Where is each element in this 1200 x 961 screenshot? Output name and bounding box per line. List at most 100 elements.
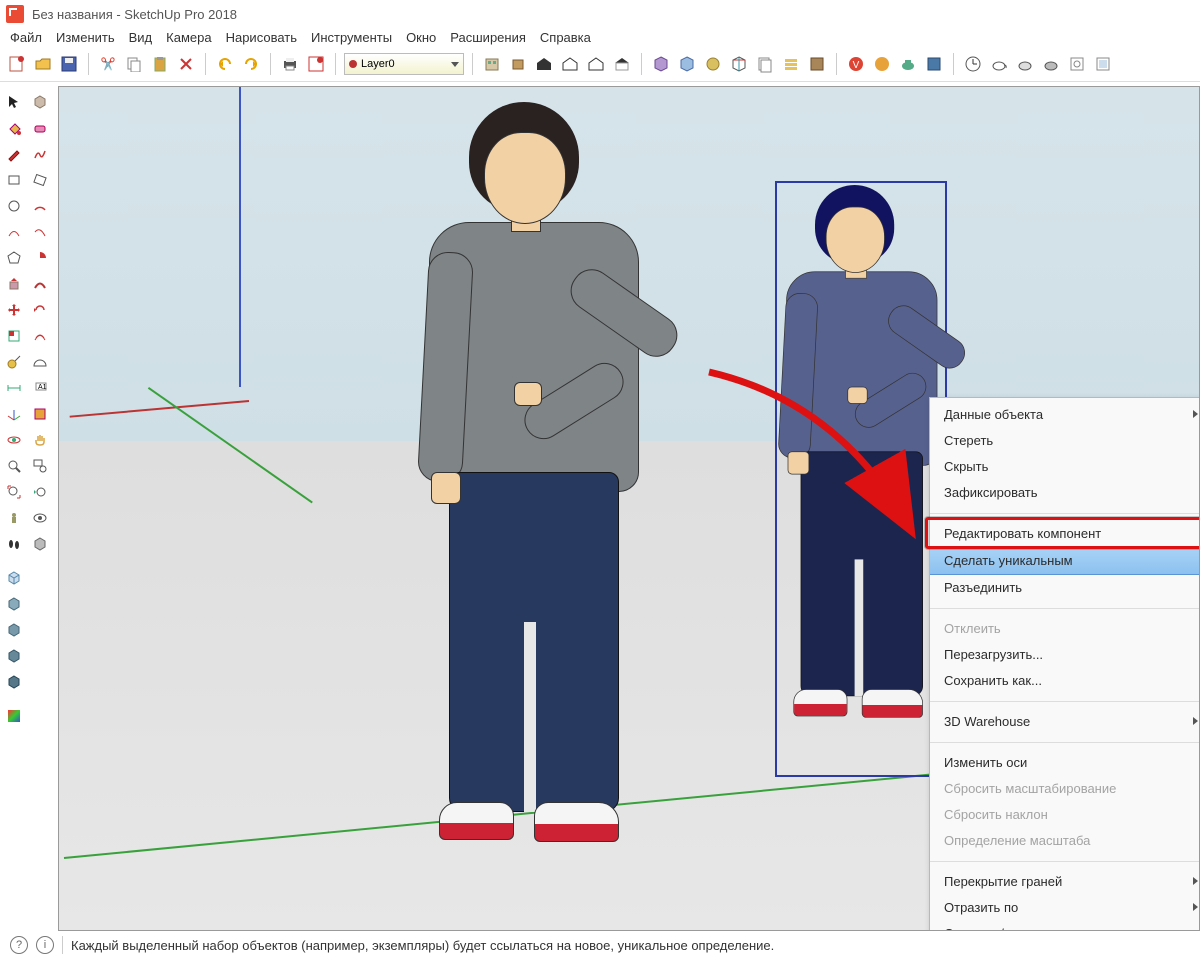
- house-frame-icon[interactable]: [559, 53, 581, 75]
- arc-2pt-icon[interactable]: [2, 220, 26, 244]
- teapot-1-icon[interactable]: [988, 53, 1010, 75]
- context-menu-item[interactable]: Изменить оси: [930, 750, 1200, 776]
- house-roof-icon[interactable]: [611, 53, 633, 75]
- warehouse-building-icon[interactable]: [481, 53, 503, 75]
- house-outline-icon[interactable]: [585, 53, 607, 75]
- rotate-icon[interactable]: [28, 298, 52, 322]
- undo-icon[interactable]: [214, 53, 236, 75]
- circle-icon[interactable]: [2, 194, 26, 218]
- frame-box-icon[interactable]: [1092, 53, 1114, 75]
- context-menu-item[interactable]: Данные объекта: [930, 402, 1200, 428]
- cut-icon[interactable]: ✂️: [97, 53, 119, 75]
- clock-icon[interactable]: [962, 53, 984, 75]
- polygon-icon[interactable]: [2, 246, 26, 270]
- arc-icon[interactable]: [28, 194, 52, 218]
- open-icon[interactable]: [32, 53, 54, 75]
- rect-rotated-icon[interactable]: [28, 168, 52, 192]
- move-icon[interactable]: [2, 298, 26, 322]
- vray-teapot-icon[interactable]: [897, 53, 919, 75]
- context-menu-item[interactable]: Сделать уникальным: [930, 547, 1200, 575]
- context-menu-item[interactable]: Отразить по: [930, 895, 1200, 921]
- viewport[interactable]: Данные объектаСтеретьСкрытьЗафиксировать…: [58, 86, 1200, 931]
- context-menu-item[interactable]: Сгладить/смягчить края: [930, 921, 1200, 931]
- paint-bucket-icon[interactable]: [2, 116, 26, 140]
- rectangle-icon[interactable]: [2, 168, 26, 192]
- new-icon[interactable]: [6, 53, 28, 75]
- copy-icon[interactable]: [123, 53, 145, 75]
- pie-icon[interactable]: [28, 246, 52, 270]
- top-view-icon[interactable]: [2, 644, 26, 668]
- walk-icon[interactable]: [2, 532, 26, 556]
- menu-file[interactable]: Файл: [10, 30, 42, 45]
- cube-blue-icon[interactable]: [676, 53, 698, 75]
- info-icon[interactable]: i: [36, 936, 54, 954]
- scale-icon[interactable]: [2, 324, 26, 348]
- menu-window[interactable]: Окно: [406, 30, 436, 45]
- context-menu-item[interactable]: Стереть: [930, 428, 1200, 454]
- eraser-icon[interactable]: [28, 116, 52, 140]
- look-around-icon[interactable]: [28, 506, 52, 530]
- context-menu-item[interactable]: Скрыть: [930, 454, 1200, 480]
- menu-extensions[interactable]: Расширения: [450, 30, 526, 45]
- settings-box-icon[interactable]: [1066, 53, 1088, 75]
- tape-icon[interactable]: [2, 350, 26, 374]
- back-view-icon[interactable]: [2, 618, 26, 642]
- pencil-icon[interactable]: [2, 142, 26, 166]
- freehand-icon[interactable]: [28, 142, 52, 166]
- bottom-view-icon[interactable]: [2, 670, 26, 694]
- front-view-icon[interactable]: [2, 592, 26, 616]
- axes-icon[interactable]: [2, 402, 26, 426]
- shadows-icon[interactable]: [28, 532, 52, 556]
- menu-edit[interactable]: Изменить: [56, 30, 115, 45]
- zoom-icon[interactable]: [2, 454, 26, 478]
- paste-icon[interactable]: [149, 53, 171, 75]
- cube-multi-icon[interactable]: [728, 53, 750, 75]
- pages-icon[interactable]: [754, 53, 776, 75]
- menu-draw[interactable]: Нарисовать: [226, 30, 297, 45]
- prev-view-icon[interactable]: [28, 480, 52, 504]
- help-icon[interactable]: ?: [10, 936, 28, 954]
- teapot-2-icon[interactable]: [1014, 53, 1036, 75]
- sphere-icon[interactable]: [702, 53, 724, 75]
- orbit-icon[interactable]: [2, 428, 26, 452]
- cube-purple-icon[interactable]: [650, 53, 672, 75]
- warehouse-box-icon[interactable]: [507, 53, 529, 75]
- delete-icon[interactable]: [175, 53, 197, 75]
- text-icon[interactable]: A1: [28, 376, 52, 400]
- context-menu-item[interactable]: Сохранить как...: [930, 668, 1200, 694]
- print-icon[interactable]: [279, 53, 301, 75]
- position-camera-icon[interactable]: [2, 506, 26, 530]
- layer-dropdown[interactable]: Layer0: [344, 53, 464, 75]
- context-menu-item[interactable]: Перекрытие граней: [930, 869, 1200, 895]
- select-tool-icon[interactable]: [2, 90, 26, 114]
- protractor-icon[interactable]: [28, 350, 52, 374]
- model-info-icon[interactable]: [305, 53, 327, 75]
- context-menu-item[interactable]: Перезагрузить...: [930, 642, 1200, 668]
- vray-render-icon[interactable]: [923, 53, 945, 75]
- push-pull-icon[interactable]: [2, 272, 26, 296]
- house-solid-icon[interactable]: [533, 53, 555, 75]
- 3dbox-icon[interactable]: [28, 90, 52, 114]
- zoom-extents-icon[interactable]: [2, 480, 26, 504]
- book-icon[interactable]: [806, 53, 828, 75]
- redo-icon[interactable]: [240, 53, 262, 75]
- stack-icon[interactable]: [780, 53, 802, 75]
- menu-tools[interactable]: Инструменты: [311, 30, 392, 45]
- vray-red-icon[interactable]: V: [845, 53, 867, 75]
- arc-3pt-icon[interactable]: [28, 220, 52, 244]
- vray-orange-icon[interactable]: [871, 53, 893, 75]
- menu-help[interactable]: Справка: [540, 30, 591, 45]
- teapot-3-icon[interactable]: [1040, 53, 1062, 75]
- dimension-icon[interactable]: [2, 376, 26, 400]
- model-person-main[interactable]: [419, 102, 649, 882]
- menu-camera[interactable]: Камера: [166, 30, 211, 45]
- zoom-window-icon[interactable]: [28, 454, 52, 478]
- section-icon[interactable]: [28, 402, 52, 426]
- context-menu-item[interactable]: Разъединить: [930, 575, 1200, 601]
- save-icon[interactable]: [58, 53, 80, 75]
- menu-view[interactable]: Вид: [129, 30, 153, 45]
- follow-me-icon[interactable]: [28, 272, 52, 296]
- offset-icon[interactable]: [28, 324, 52, 348]
- context-menu-item[interactable]: 3D Warehouse: [930, 709, 1200, 735]
- iso-view-icon[interactable]: [2, 566, 26, 590]
